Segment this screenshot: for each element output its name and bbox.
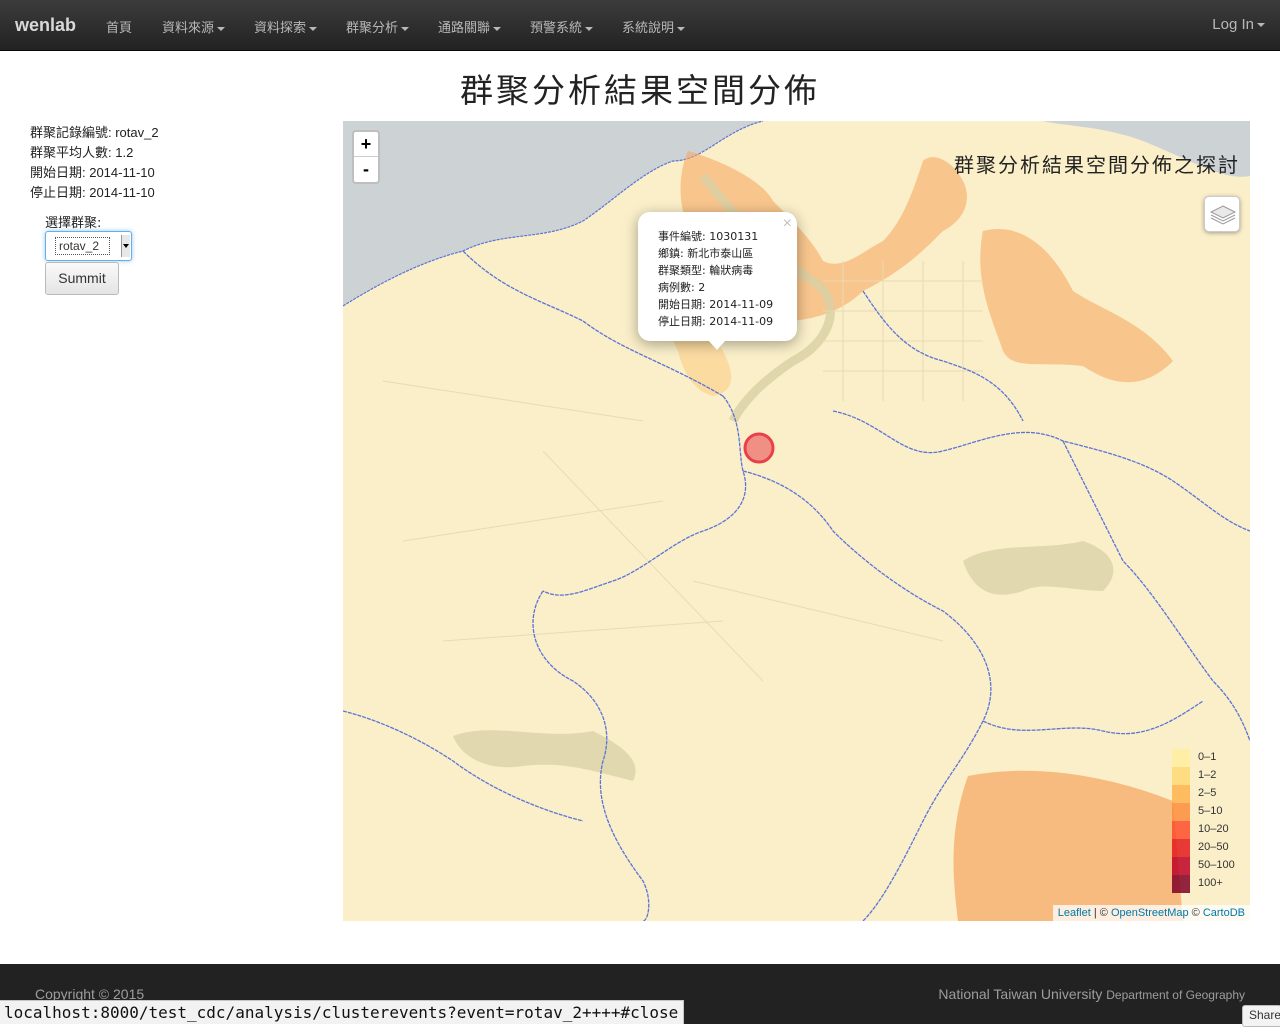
map-overlay-title: 群聚分析結果空間分佈之探討 <box>954 153 1240 177</box>
nav-item-data-explore[interactable]: 資料探索 <box>254 17 318 36</box>
university-name: National Taiwan University <box>938 986 1103 1002</box>
popup-event-id: 事件編號: 1030131 <box>658 230 759 243</box>
cluster-select[interactable]: rotav_2 <box>45 231 132 261</box>
reservoir-west <box>453 730 636 781</box>
popup-cluster-type: 群聚類型: 輪狀病毒 <box>658 264 754 277</box>
nav-item-label: 首頁 <box>106 21 133 36</box>
legend-label: 100+ <box>1198 877 1223 889</box>
map-legend: 0–1 1–2 2–5 5–10 10–20 20–50 50–100 100+ <box>1172 749 1242 893</box>
legend-label: 2–5 <box>1198 787 1217 799</box>
nav-item-label: 系統說明 <box>622 21 675 36</box>
map-popup: × 事件編號: 1030131 鄉鎮: 新北市泰山區 群聚類型: 輪狀病毒 病例… <box>638 212 797 350</box>
department-name: Department of Geography <box>1106 988 1245 1002</box>
layers-icon <box>1209 205 1237 225</box>
legend-label: 50–100 <box>1198 859 1235 871</box>
legend-swatch <box>1172 767 1190 785</box>
submit-button[interactable]: Summit <box>45 262 119 295</box>
caret-down-icon <box>1257 23 1265 28</box>
reservoir-east <box>963 541 1114 595</box>
legend-item: 0–1 <box>1172 749 1242 767</box>
end-date: 停止日期: 2014-11-10 <box>30 185 155 200</box>
leaflet-link[interactable]: Leaflet <box>1058 907 1091 919</box>
dropdown-arrow-icon[interactable] <box>121 235 130 257</box>
legend-swatch <box>1172 839 1190 857</box>
legend-item: 20–50 <box>1172 839 1242 857</box>
nav-item-cluster-analysis[interactable]: 群聚分析 <box>346 17 410 36</box>
caret-down-icon <box>585 26 594 31</box>
attribution-separator: | © <box>1090 907 1111 919</box>
popup-case-count: 病例數: 2 <box>658 281 706 294</box>
legend-label: 5–10 <box>1198 805 1223 817</box>
legend-label: 10–20 <box>1198 823 1229 835</box>
nav-item-home[interactable]: 首頁 <box>106 17 132 36</box>
legend-swatch <box>1172 821 1190 839</box>
caret-down-icon <box>677 26 686 31</box>
zoom-in-button[interactable]: + <box>354 132 378 157</box>
nav-item-label: 群聚分析 <box>346 21 399 36</box>
nav-item-label: 資料探索 <box>254 21 307 36</box>
popup-end-date: 停止日期: 2014-11-09 <box>658 315 774 328</box>
popup-close-button[interactable]: × <box>783 215 792 233</box>
legend-swatch <box>1172 785 1190 803</box>
nav-item-data-source[interactable]: 資料來源 <box>162 17 226 36</box>
zoom-out-button[interactable]: - <box>354 157 378 182</box>
zoom-control: + - <box>352 130 380 184</box>
nav-item-system-help[interactable]: 系統說明 <box>622 17 686 36</box>
start-date: 開始日期: 2014-11-10 <box>30 165 155 180</box>
nav-item-channel-relation[interactable]: 通路關聯 <box>438 17 502 36</box>
osm-link[interactable]: OpenStreetMap <box>1111 907 1189 919</box>
legend-swatch <box>1172 857 1190 875</box>
nav-item-label: 預警系統 <box>530 21 583 36</box>
cluster-select-value: rotav_2 <box>55 237 110 255</box>
region-xizhi[interactable] <box>980 229 1173 383</box>
legend-item: 10–20 <box>1172 821 1242 839</box>
legend-swatch <box>1172 803 1190 821</box>
select-cluster-label: 選擇群聚: <box>45 216 102 231</box>
map-attribution: Leaflet | © OpenStreetMap © CartoDB <box>1052 905 1250 921</box>
cluster-marker[interactable] <box>743 432 775 464</box>
caret-down-icon <box>217 26 226 31</box>
legend-item: 5–10 <box>1172 803 1242 821</box>
legend-swatch <box>1172 875 1190 893</box>
layers-toggle-button[interactable] <box>1204 196 1240 232</box>
page-title: 群聚分析結果空間分佈 <box>460 71 820 110</box>
popup-start-date: 開始日期: 2014-11-09 <box>658 298 774 311</box>
cartodb-link[interactable]: CartoDB <box>1203 907 1245 919</box>
popup-township: 鄉鎮: 新北市泰山區 <box>658 247 754 260</box>
legend-item: 1–2 <box>1172 767 1242 785</box>
legend-item: 2–5 <box>1172 785 1242 803</box>
legend-swatch <box>1172 749 1190 767</box>
legend-label: 20–50 <box>1198 841 1229 853</box>
cluster-info: 群聚記錄編號: rotav_2 群聚平均人數: 1.2 開始日期: 2014-1… <box>30 123 159 203</box>
nav-item-warning-system[interactable]: 預警系統 <box>530 17 594 36</box>
record-id: 群聚記錄編號: rotav_2 <box>30 125 159 140</box>
legend-item: 50–100 <box>1172 857 1242 875</box>
caret-down-icon <box>401 26 410 31</box>
login-menu[interactable]: Log In <box>1212 16 1265 33</box>
login-label: Log In <box>1212 16 1254 33</box>
legend-item: 100+ <box>1172 875 1242 893</box>
average-people: 群聚平均人數: 1.2 <box>30 145 134 160</box>
top-navbar: wenlab 首頁 資料來源 資料探索 群聚分析 通路關聯 預警系統 系統說明 … <box>0 0 1280 51</box>
caret-down-icon <box>309 26 318 31</box>
caret-down-icon <box>493 26 502 31</box>
legend-label: 0–1 <box>1198 751 1217 763</box>
map-container[interactable]: + - 群聚分析結果空間分佈之探討 × 事件編號: 1030131 鄉鎮: 新北… <box>343 121 1250 921</box>
region-south[interactable] <box>953 770 1183 921</box>
legend-label: 1–2 <box>1198 769 1217 781</box>
nav-item-label: 資料來源 <box>162 21 215 36</box>
footer-university: National Taiwan University Department of… <box>938 986 1245 1002</box>
popup-tip <box>708 340 726 350</box>
brand-logo[interactable]: wenlab <box>15 15 76 36</box>
browser-status-url: localhost:8000/test_cdc/analysis/cluster… <box>0 1000 685 1024</box>
nav-item-label: 通路關聯 <box>438 21 491 36</box>
attribution-separator: © <box>1188 907 1203 919</box>
